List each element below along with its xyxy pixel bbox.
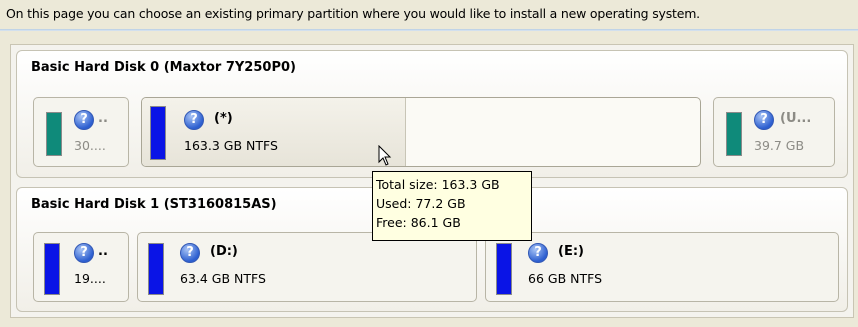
help-icon: ?: [180, 243, 200, 263]
partition-size: 30....: [74, 138, 106, 153]
partition-size: 39.7 GB: [754, 138, 805, 153]
partition-color-bar: [496, 243, 512, 295]
disk-0: Basic Hard Disk 0 (Maxtor 7Y250P0) ? .. …: [16, 50, 848, 178]
help-icon: ?: [74, 243, 94, 263]
partition-size: 63.4 GB NTFS: [180, 271, 266, 286]
help-icon: ?: [528, 243, 548, 263]
disk-0-partition-1[interactable]: ? .. 30....: [33, 97, 129, 167]
partition-size: 19....: [74, 271, 106, 286]
partition-label: ..: [98, 244, 108, 259]
partition-label: (E:): [558, 244, 584, 259]
disk-1-partition-3[interactable]: ? (E:) 66 GB NTFS: [485, 232, 839, 302]
disk-1-title: Basic Hard Disk 1 (ST3160815AS): [31, 197, 277, 212]
partition-color-bar: [44, 243, 60, 295]
partition-tooltip: Total size: 163.3 GB Used: 77.2 GB Free:…: [372, 171, 532, 241]
disk-0-title: Basic Hard Disk 0 (Maxtor 7Y250P0): [31, 60, 296, 75]
disk-0-partition-3[interactable]: ? (U... 39.7 GB: [713, 97, 835, 167]
partition-size: 163.3 GB NTFS: [184, 138, 278, 153]
partition-label: (U...: [780, 111, 812, 126]
page-instructions: On this page you can choose an existing …: [6, 6, 700, 21]
partition-color-bar: [46, 112, 62, 156]
partition-label: (D:): [210, 244, 238, 259]
partition-color-bar: [150, 106, 166, 160]
disk-1-partition-1[interactable]: ? .. 19....: [33, 232, 129, 302]
help-icon: ?: [184, 110, 204, 130]
help-icon: ?: [754, 110, 774, 130]
partition-size: 66 GB NTFS: [528, 271, 603, 286]
header-divider: [0, 29, 858, 31]
used-space-fill: [142, 98, 406, 166]
partition-color-bar: [726, 112, 742, 156]
partition-label: ..: [98, 111, 108, 126]
arrow-cursor-icon: [378, 145, 392, 166]
partition-label: (*): [214, 111, 233, 126]
partition-color-bar: [148, 243, 164, 295]
tooltip-free: Free: 86.1 GB: [376, 215, 461, 230]
disk-0-partition-2[interactable]: ? (*) 163.3 GB NTFS: [141, 97, 701, 167]
tooltip-total-size: Total size: 163.3 GB: [376, 177, 500, 192]
disk-1-partition-2[interactable]: ? (D:) 63.4 GB NTFS: [137, 232, 477, 302]
help-icon: ?: [74, 110, 94, 130]
tooltip-used: Used: 77.2 GB: [376, 196, 466, 211]
